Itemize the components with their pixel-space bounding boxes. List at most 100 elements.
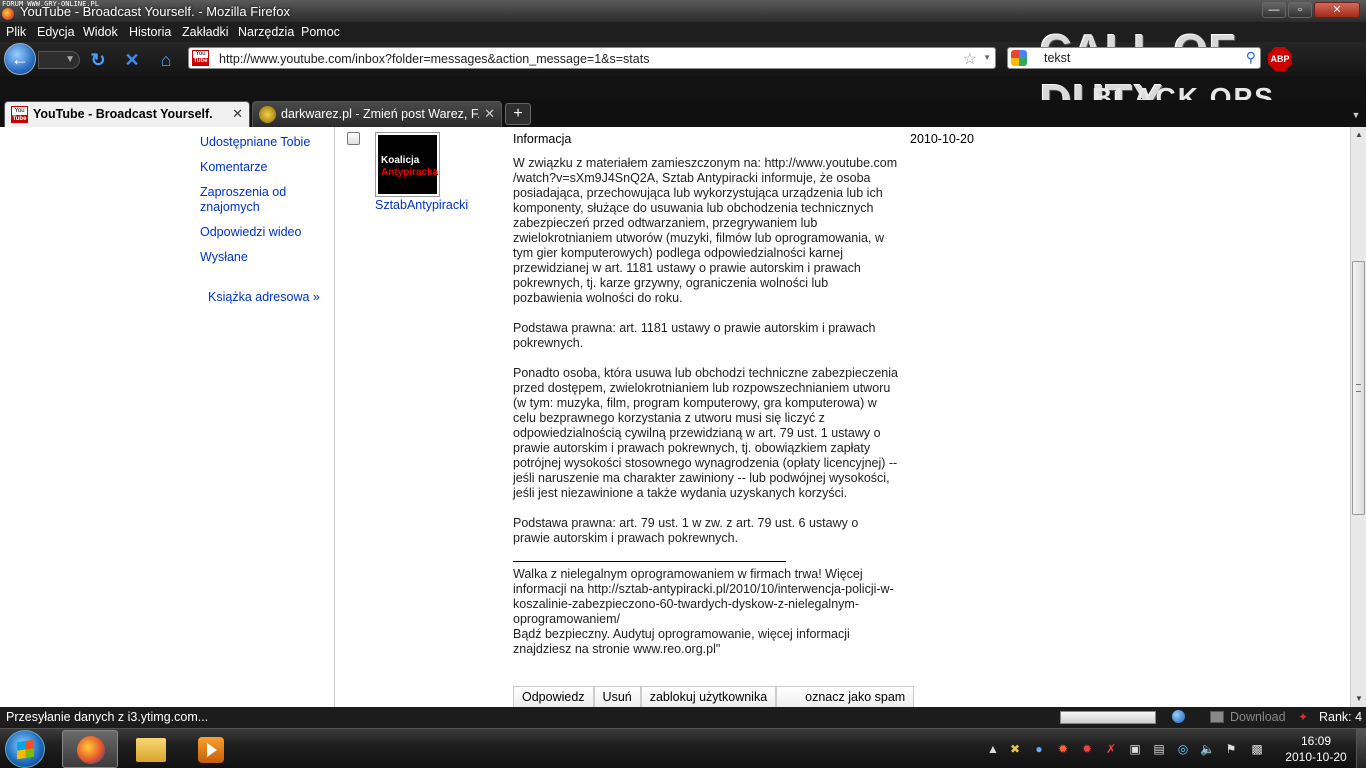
sidebar-item-comments[interactable]: Komentarze	[200, 160, 320, 175]
status-text: Przesyłanie danych z i3.ytimg.com...	[6, 710, 209, 724]
scroll-down-icon[interactable]: ▼	[1351, 691, 1366, 707]
menu-widok[interactable]: Widok	[83, 25, 118, 39]
maximize-button[interactable]: ▫	[1288, 2, 1312, 18]
window-title: YouTube - Broadcast Yourself. - Mozilla …	[20, 4, 291, 19]
start-button[interactable]	[5, 730, 45, 768]
tray-app-icon[interactable]: ✗	[1104, 742, 1118, 756]
loading-progress-bar	[1060, 711, 1156, 724]
page-content: Udostępniane Tobie Komentarze Zaproszeni…	[0, 127, 1350, 707]
message-paragraph: Ponadto osoba, która usuwa lub obchodzi …	[513, 366, 898, 500]
url-text[interactable]: http://www.youtube.com/inbox?folder=mess…	[219, 52, 649, 66]
download-label[interactable]: Download	[1230, 710, 1286, 724]
scroll-thumb[interactable]	[1352, 261, 1365, 515]
reply-button[interactable]: Odpowiedz	[513, 686, 594, 707]
avatar[interactable]: Koalicja Antypiracka	[375, 132, 440, 197]
tray-app-icon[interactable]: ✖	[1008, 742, 1022, 756]
search-input[interactable]: tekst	[1044, 51, 1070, 65]
tray-app-icon[interactable]: ✹	[1056, 742, 1070, 756]
block-user-button[interactable]: zablokuj użytkownika	[640, 686, 777, 707]
sidebar-item-invitations[interactable]: Zaproszenia od znajomych	[200, 185, 300, 215]
message-body: W związku z materiałem zamieszczonym na:…	[513, 156, 898, 657]
close-tab-icon[interactable]: ✕	[232, 106, 243, 122]
message-paragraph: Podstawa prawna: art. 1181 ustawy o praw…	[513, 321, 876, 350]
firefox-icon	[77, 736, 105, 764]
message-row: Koalicja Antypiracka SztabAntypiracki In…	[336, 127, 1350, 707]
avatar-text: Antypiracka	[381, 167, 439, 178]
tray-app-icon[interactable]: ▩	[1250, 742, 1264, 756]
google-icon[interactable]	[1011, 50, 1027, 66]
message-signature: Bądź bezpieczny. Audytuj oprogramowanie,…	[513, 627, 850, 656]
sidebar-item-shared[interactable]: Udostępniane Tobie	[200, 135, 320, 150]
windows-taskbar: ▲ ✖ ● ✹ ✹ ✗ ▣ ▤ ◎ 🔈 ⚑ ▩ 16:09 2010-10-20	[0, 728, 1366, 768]
sender-link[interactable]: SztabAntypiracki	[375, 198, 468, 212]
tray-app-icon[interactable]: ✹	[1080, 742, 1094, 756]
windows-logo-icon	[17, 739, 34, 760]
message-date: 2010-10-20	[910, 132, 974, 146]
clock-time[interactable]: 16:09	[1281, 734, 1351, 748]
stop-icon[interactable]: ✕	[122, 50, 142, 70]
show-hidden-icons-icon[interactable]: ▲	[986, 742, 1000, 756]
rank-label[interactable]: Rank: 4	[1319, 710, 1362, 724]
show-desktop-button[interactable]	[1356, 729, 1366, 768]
menu-pomoc[interactable]: Pomoc	[301, 25, 340, 39]
avatar-text: Koalicja	[381, 155, 420, 166]
search-icon[interactable]: ⚲	[1246, 49, 1256, 66]
tab-strip: You Tube YouTube - Broadcast Yourself. ✕ …	[0, 100, 1366, 127]
close-tab-icon[interactable]: ✕	[484, 106, 495, 122]
message-checkbox[interactable]	[347, 132, 360, 145]
tab-label: darkwarez.pl - Zmień post Warez, F...	[281, 107, 479, 121]
menu-narzedzia[interactable]: Narzędzia	[238, 25, 294, 39]
tray-app-icon[interactable]: ▤	[1152, 742, 1166, 756]
download-icon[interactable]	[1210, 711, 1224, 723]
sidebar-item-video-responses[interactable]: Odpowiedzi wideo	[200, 225, 320, 240]
back-button[interactable]: ←	[4, 43, 36, 75]
taskbar-explorer[interactable]	[122, 730, 178, 768]
firefox-icon	[2, 8, 14, 20]
window-titlebar: FORUM WWW.GRY-ONLINE.PL YouTube - Broadc…	[0, 0, 1366, 22]
network-icon[interactable]: ◎	[1176, 742, 1190, 756]
media-player-icon	[198, 737, 224, 763]
close-window-button[interactable]: ✕	[1314, 2, 1360, 18]
youtube-favicon-icon: You Tube	[11, 106, 28, 123]
action-center-flag-icon[interactable]: ⚑	[1224, 742, 1238, 756]
message-paragraph: W związku z materiałem zamieszczonym na:…	[513, 156, 898, 305]
list-all-tabs-icon[interactable]: ▼	[1348, 106, 1364, 124]
taskbar-firefox[interactable]	[62, 730, 118, 768]
clock-date[interactable]: 2010-10-20	[1281, 750, 1351, 764]
tab-darkwarez[interactable]: darkwarez.pl - Zmień post Warez, F... ✕	[252, 101, 502, 127]
scroll-grip-icon	[1356, 384, 1361, 392]
search-bar[interactable]: tekst ⚲	[1007, 47, 1261, 69]
address-book-link[interactable]: Książka adresowa »	[208, 290, 320, 305]
url-dropdown-icon[interactable]: ▼	[983, 53, 991, 62]
menu-historia[interactable]: Historia	[129, 25, 171, 39]
taskbar-media-player[interactable]	[182, 730, 238, 768]
new-tab-button[interactable]: +	[505, 103, 531, 125]
menu-plik[interactable]: Plik	[6, 25, 26, 39]
home-icon[interactable]: ⌂	[156, 50, 176, 70]
tray-app-icon[interactable]: ▣	[1128, 742, 1142, 756]
bookmark-star-icon[interactable]: ☆	[963, 49, 977, 69]
tray-app-icon[interactable]: ●	[1032, 742, 1046, 756]
message-paragraph: Podstawa prawna: art. 79 ust. 1 w zw. z …	[513, 516, 859, 545]
minimize-button[interactable]: —	[1262, 2, 1286, 18]
history-dropdown[interactable]: ▼	[38, 51, 80, 69]
inbox-sidebar: Udostępniane Tobie Komentarze Zaproszeni…	[0, 127, 335, 707]
volume-icon[interactable]: 🔈	[1200, 742, 1215, 756]
reload-icon[interactable]: ↻	[88, 50, 108, 70]
tab-youtube[interactable]: You Tube YouTube - Broadcast Yourself. ✕	[4, 101, 250, 127]
message-signature: Walka z nielegalnym oprogramowaniem w fi…	[513, 567, 894, 626]
sidebar-item-sent[interactable]: Wysłane	[200, 250, 320, 265]
message-actions: Odpowiedz Usuń zablokuj użytkownika ozna…	[513, 686, 915, 707]
mark-spam-button[interactable]: oznacz jako spam	[776, 686, 915, 707]
status-bar: Przesyłanie danych z i3.ytimg.com... Dow…	[0, 707, 1366, 728]
folder-icon	[136, 738, 166, 762]
menu-zakladki[interactable]: Zakładki	[182, 25, 229, 39]
globe-icon[interactable]	[1172, 710, 1185, 723]
youtube-favicon-icon: You Tube	[192, 50, 209, 66]
menu-edycja[interactable]: Edycja	[37, 25, 75, 39]
delete-button[interactable]: Usuń	[593, 686, 641, 707]
rank-icon[interactable]: ✦	[1298, 710, 1308, 724]
scroll-up-icon[interactable]: ▲	[1351, 127, 1366, 143]
url-bar[interactable]: You Tube http://www.youtube.com/inbox?fol…	[188, 47, 996, 69]
vertical-scrollbar[interactable]: ▲ ▼	[1350, 127, 1366, 707]
